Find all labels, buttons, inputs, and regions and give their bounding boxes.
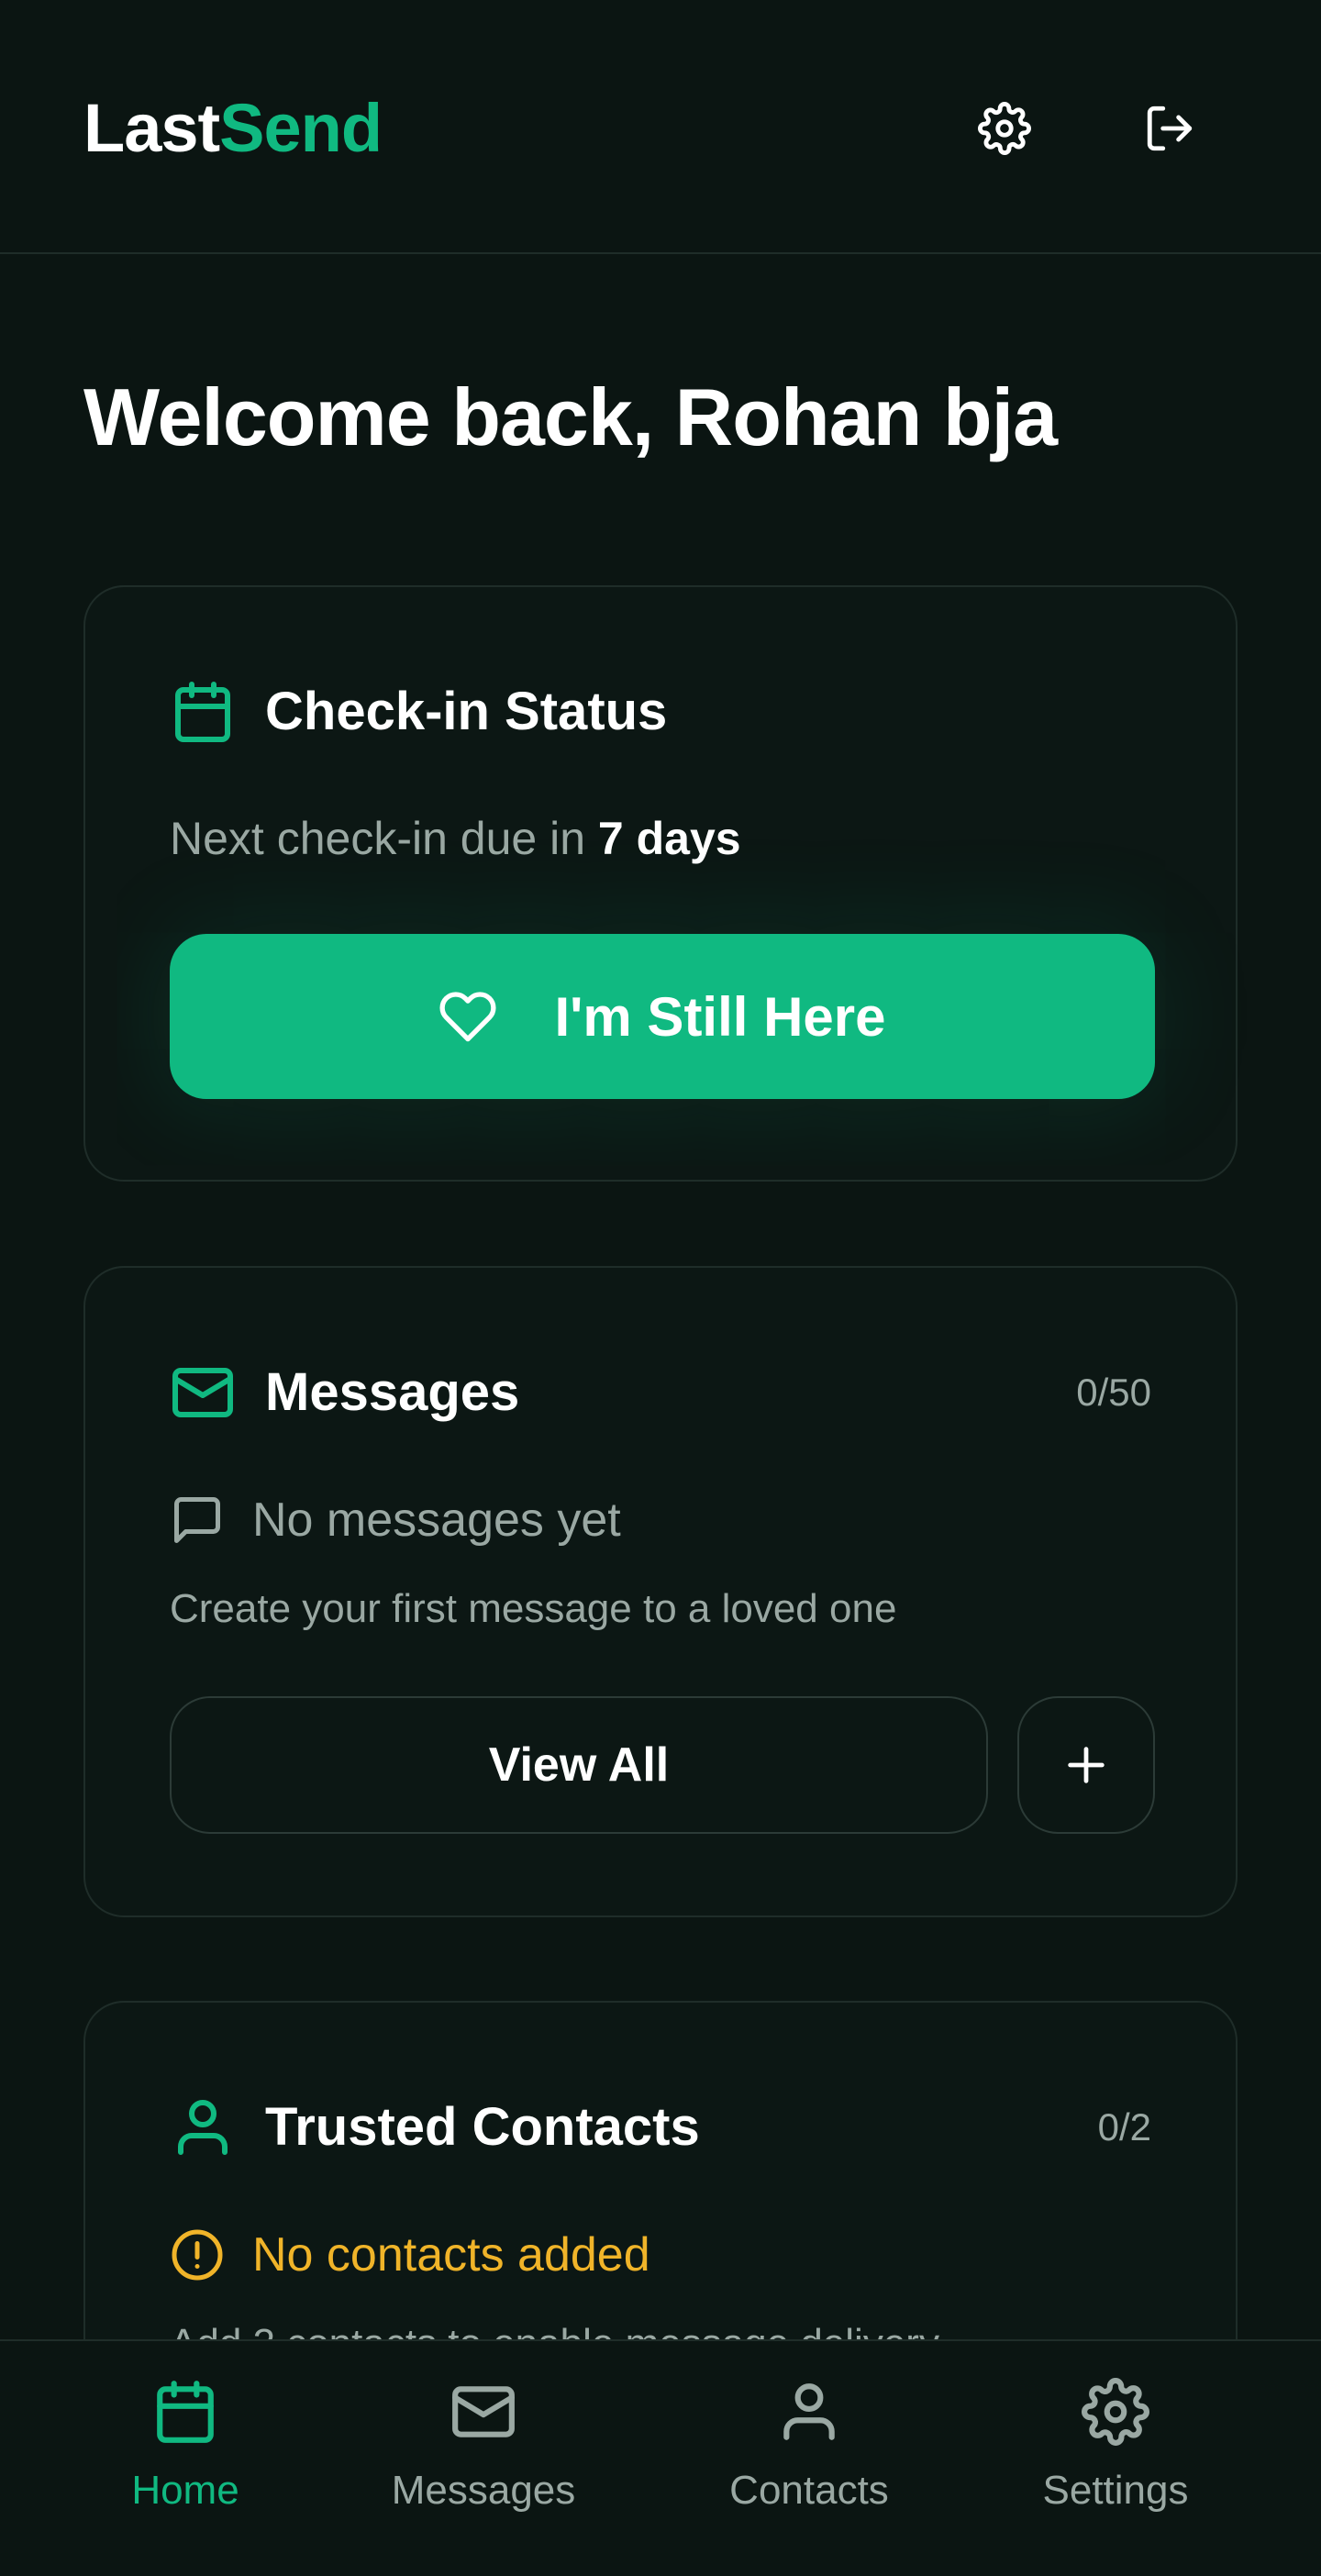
- nav-item-messages[interactable]: Messages: [373, 2378, 594, 2552]
- logo-text-last: Last: [83, 90, 220, 166]
- welcome-heading: Welcome back, Rohan bja: [83, 372, 1058, 462]
- calendar-icon: [175, 682, 230, 742]
- add-message-button[interactable]: [1017, 1696, 1155, 1834]
- app-logo: LastSend: [83, 88, 383, 169]
- heart-icon: [439, 992, 496, 1042]
- chat-bubble-icon: [174, 1497, 220, 1543]
- messages-card-header: Messages: [170, 1360, 519, 1426]
- settings-button[interactable]: [959, 87, 1050, 170]
- bottom-navigation: Home Messages Contacts Settings: [0, 2339, 1321, 2576]
- checkin-due-prefix: Next check-in due in: [170, 813, 598, 864]
- calendar-icon: [157, 2381, 214, 2443]
- nav-label-home: Home: [131, 2468, 239, 2513]
- nav-label-settings: Settings: [1042, 2468, 1189, 2513]
- nav-item-home[interactable]: Home: [75, 2378, 295, 2552]
- contacts-title: Trusted Contacts: [265, 2097, 700, 2157]
- checkin-due-text: Next check-in due in 7 days: [170, 812, 741, 865]
- gear-icon: [978, 102, 1031, 155]
- view-all-label: View All: [488, 1738, 670, 1792]
- still-here-label: I'm Still Here: [554, 985, 886, 1048]
- user-icon: [783, 2383, 835, 2440]
- checkin-card: Check-in Status Next check-in due in 7 d…: [83, 585, 1238, 1182]
- messages-count: 0/50: [1076, 1371, 1151, 1414]
- checkin-due-value: 7 days: [597, 813, 741, 864]
- messages-empty-title: No messages yet: [252, 1493, 621, 1547]
- nav-label-messages: Messages: [391, 2468, 576, 2513]
- app-screen: LastSend Welcome back, Rohan bja Check-i…: [0, 0, 1321, 2576]
- contacts-warning-text: No contacts added: [252, 2228, 650, 2282]
- logout-button[interactable]: [1124, 87, 1216, 170]
- user-icon: [178, 2100, 228, 2155]
- contacts-warning: No contacts added: [170, 2227, 650, 2282]
- checkin-card-header: Check-in Status: [170, 679, 667, 745]
- checkin-title: Check-in Status: [265, 682, 668, 741]
- gear-icon: [1082, 2378, 1149, 2446]
- nav-item-settings[interactable]: Settings: [1005, 2378, 1226, 2552]
- mail-icon: [172, 1368, 233, 1417]
- messages-empty-subtitle: Create your first message to a loved one: [170, 1586, 897, 1631]
- messages-empty-state: No messages yet: [170, 1493, 621, 1548]
- logo-text-send: Send: [219, 90, 383, 166]
- still-here-button[interactable]: I'm Still Here: [170, 934, 1155, 1099]
- messages-title: Messages: [265, 1362, 520, 1422]
- messages-card: Messages 0/50 No messages yet Create you…: [83, 1266, 1238, 1917]
- alert-circle-icon: [172, 2229, 223, 2281]
- contacts-count: 0/2: [1097, 2105, 1151, 2149]
- contacts-card-header: Trusted Contacts: [170, 2094, 700, 2160]
- plus-icon: [1068, 1747, 1105, 1783]
- top-bar: LastSend: [0, 0, 1321, 254]
- nav-label-contacts: Contacts: [729, 2468, 889, 2513]
- logout-icon: [1147, 105, 1193, 151]
- mail-icon: [452, 2386, 515, 2437]
- nav-item-contacts[interactable]: Contacts: [699, 2378, 919, 2552]
- view-all-button[interactable]: View All: [170, 1696, 988, 1834]
